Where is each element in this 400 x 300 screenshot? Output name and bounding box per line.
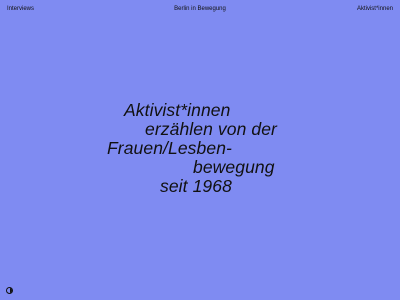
hero-line-3: Frauen/Lesben- (107, 138, 232, 158)
hero-line-4: bewegung (193, 157, 275, 177)
hero-line-5: seit 1968 (160, 176, 232, 196)
nav-link-berlin-in-bewegung[interactable]: Berlin in Bewegung (174, 4, 226, 14)
top-navigation: Interviews Berlin in Bewegung Aktivist*i… (7, 4, 393, 14)
hero-line-1: Aktivist*innen (124, 100, 231, 120)
hero-heading: Aktivist*innen erzählen von der Frauen/L… (0, 101, 400, 196)
nav-link-aktivistinnen[interactable]: Aktivist*innen (357, 4, 393, 14)
nav-link-interviews[interactable]: Interviews (7, 4, 34, 14)
contrast-toggle-fill (9, 288, 12, 293)
contrast-toggle-icon[interactable] (6, 287, 13, 294)
hero-line-2: erzählen von der (145, 119, 277, 139)
